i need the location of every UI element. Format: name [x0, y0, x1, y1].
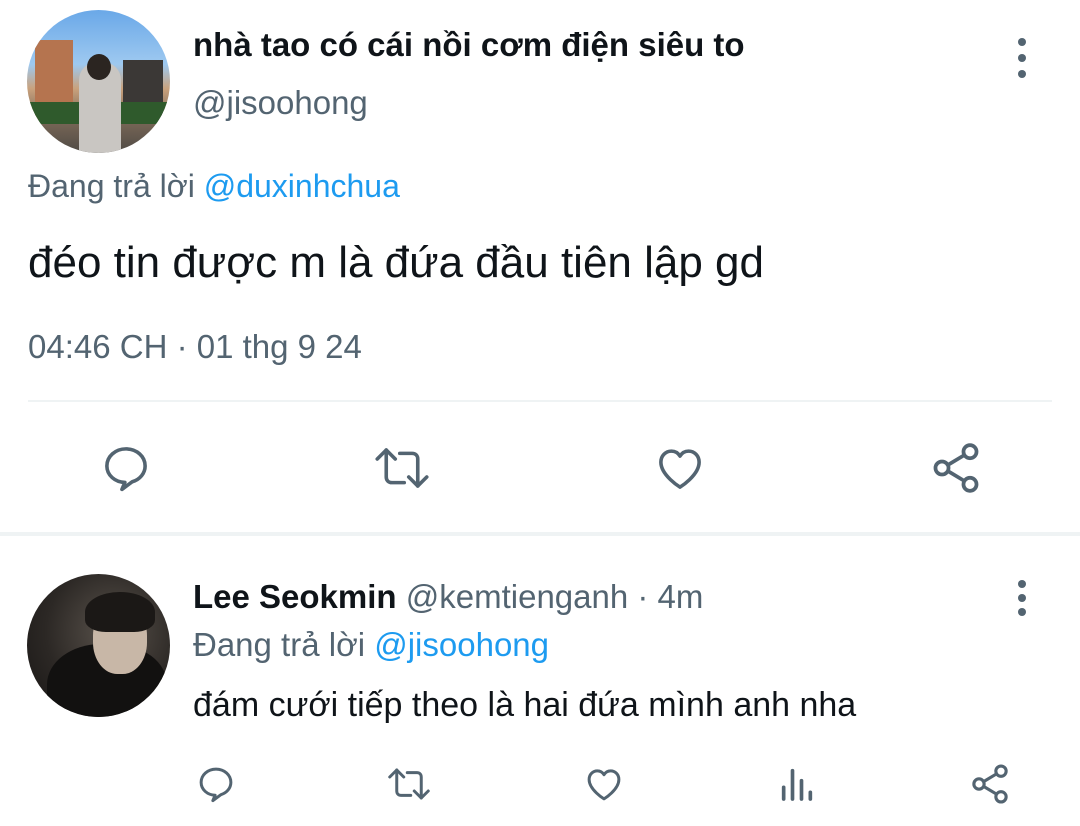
reply-share-button[interactable]	[966, 760, 1014, 808]
reply-separator: ·	[628, 578, 658, 615]
reply-button[interactable]	[96, 438, 156, 498]
retweet-icon	[388, 768, 430, 800]
reply-like-button[interactable]	[580, 760, 628, 808]
like-icon	[587, 769, 621, 801]
retweet-icon	[375, 448, 429, 488]
like-button[interactable]	[650, 438, 710, 498]
reply-replying-to: Đang trả lời @jisoohong	[193, 626, 549, 664]
retweet-button[interactable]	[370, 438, 434, 498]
display-name[interactable]: nhà tao có cái nồi cơm điện siêu to	[193, 26, 745, 64]
replying-to: Đang trả lời @duxinhchua	[28, 168, 400, 205]
reply-tweet-text: đám cưới tiếp theo là hai đứa mình anh n…	[193, 686, 857, 724]
like-icon	[659, 449, 701, 489]
avatar[interactable]	[27, 10, 170, 153]
reply-icon	[105, 447, 147, 492]
reply-replying-to-label: Đang trả lời	[193, 626, 366, 663]
user-handle[interactable]: @jisoohong	[193, 84, 368, 122]
reply-retweet-button[interactable]	[384, 760, 434, 808]
main-tweet: nhà tao có cái nồi cơm điện siêu to @jis…	[0, 0, 1080, 534]
share-icon	[972, 764, 1008, 804]
reply-replying-to-mention[interactable]: @jisoohong	[374, 626, 549, 663]
reply-time[interactable]: 4m	[658, 578, 704, 615]
reply-more-options-icon[interactable]	[1014, 580, 1030, 616]
divider	[28, 400, 1052, 402]
reply-header: Lee Seokmin @kemtienganh · 4m	[193, 578, 703, 616]
tweet-text: đéo tin được m là đứa đầu tiên lập gd	[28, 238, 764, 287]
reply-user-handle[interactable]: @kemtienganh	[406, 578, 628, 615]
reply-reply-button[interactable]	[192, 760, 240, 808]
reply-views-button[interactable]	[774, 760, 820, 808]
share-icon	[933, 443, 979, 493]
replying-to-mention[interactable]: @duxinhchua	[204, 168, 400, 204]
tweet-timestamp[interactable]: 04:46 CH · 01 thg 9 24	[28, 328, 362, 366]
share-button[interactable]	[926, 438, 986, 498]
views-icon	[781, 768, 813, 801]
section-divider	[0, 532, 1080, 536]
reply-icon	[199, 767, 233, 803]
replying-to-label: Đang trả lời	[28, 168, 195, 204]
reply-display-name[interactable]: Lee Seokmin	[193, 578, 397, 615]
reply-avatar[interactable]	[27, 574, 170, 717]
more-options-icon[interactable]	[1014, 38, 1030, 78]
